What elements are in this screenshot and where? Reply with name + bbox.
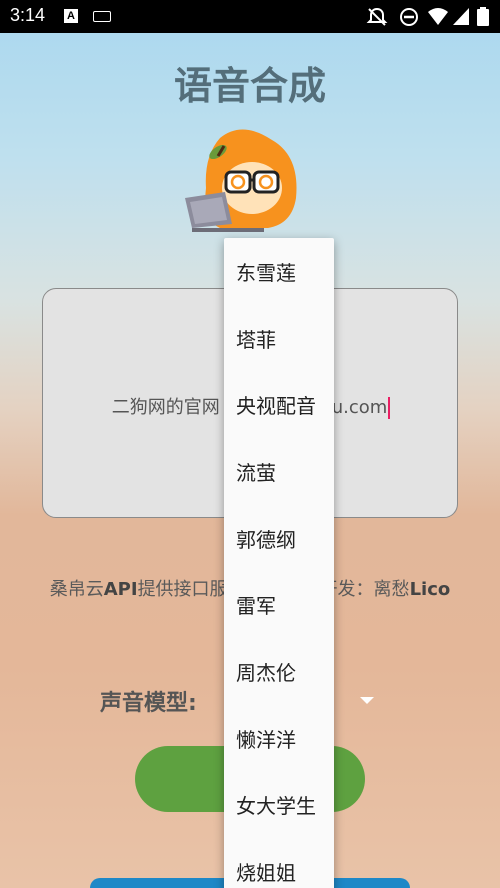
dropdown-option[interactable]: 郭德纲 [224,505,334,572]
text-cursor [388,397,391,419]
dropdown-option[interactable]: 懒洋洋 [224,705,334,772]
text-value-tail: u.com [331,397,388,418]
keyboard-icon [93,11,111,22]
do-not-disturb-off-icon [366,7,388,26]
dropdown-option[interactable]: 周杰伦 [224,638,334,705]
dropdown-option[interactable]: 烧姐姐 [224,838,334,888]
status-bar: 3:14 A [0,0,500,33]
a-notification-icon: A [64,9,78,23]
signal-icon [453,8,469,25]
dropdown-option[interactable]: 流萤 [224,438,334,505]
voice-model-label: 声音模型: [100,691,197,716]
dropdown-arrow-icon[interactable] [360,697,374,704]
dropdown-option[interactable]: 雷军 [224,571,334,638]
text-value-head: 二狗网的官网 [111,397,220,418]
credits-prefix: 桑帛云 [49,579,104,600]
wifi-icon [428,8,448,25]
status-time: 3:14 [10,5,46,25]
credits-mid: 提供接口服 [137,579,228,600]
credits-author: Lico [409,579,451,600]
dropdown-option[interactable]: 女大学生 [224,772,334,839]
battery-icon [477,7,489,26]
dropdown-option[interactable]: 央视配音 [224,371,334,438]
minus-circle-icon [400,8,418,26]
voice-model-dropdown-menu: 东雪莲 塔菲 央视配音 流萤 郭德纲 雷军 周杰伦 懒洋洋 女大学生 烧姐姐 [224,238,334,888]
credits-api: API [103,579,138,600]
page-title: 语音合成 [173,64,326,108]
mascot-image [185,129,297,232]
dropdown-option[interactable]: 塔菲 [224,305,334,372]
dropdown-option[interactable]: 东雪莲 [224,238,334,305]
